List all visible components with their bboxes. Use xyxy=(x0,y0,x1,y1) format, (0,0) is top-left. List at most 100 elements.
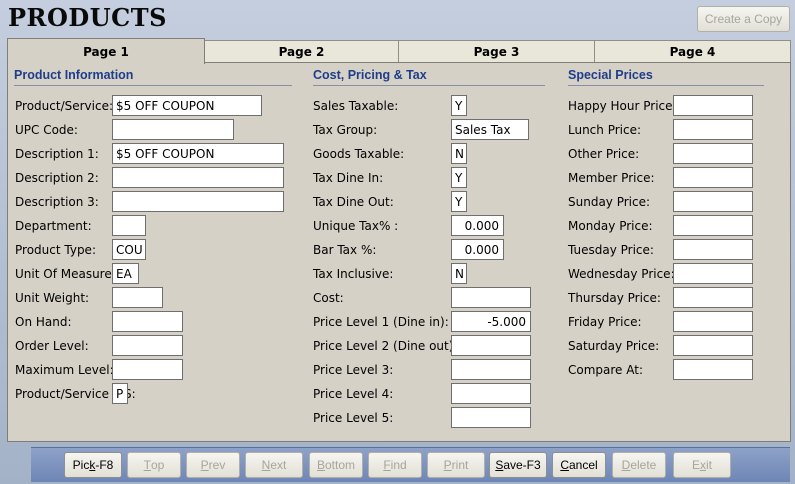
pick-f8-button[interactable]: Pic k -F8 xyxy=(64,452,122,478)
unit-of-measure-label: Unit Of Measure: xyxy=(15,267,116,281)
other-price-field[interactable] xyxy=(673,143,753,164)
upc-code-field[interactable] xyxy=(112,119,234,140)
section-title-cost-pricing-tax: Cost, Pricing & Tax xyxy=(313,68,545,86)
sunday-price-field[interactable] xyxy=(673,191,753,212)
maximum-level-label: Maximum Level: xyxy=(15,363,114,377)
product-type-field[interactable]: COU xyxy=(112,239,146,260)
product-service-field[interactable]: $5 OFF COUPON xyxy=(112,95,262,116)
price-level-2-dine-out-label: Price Level 2 (Dine out): xyxy=(313,339,458,353)
order-level-label: Order Level: xyxy=(15,339,89,353)
save-f3-button[interactable]: Save-F3 xyxy=(489,452,547,478)
lunch-price-field[interactable] xyxy=(673,119,753,140)
thursday-price-field[interactable] xyxy=(673,287,753,308)
tax-dine-in-field[interactable]: Y xyxy=(451,167,467,188)
create-copy-button[interactable]: Create a Copy xyxy=(697,6,790,32)
wednesday-price-label: Wednesday Price: xyxy=(568,267,675,281)
member-price-label: Member Price: xyxy=(568,171,655,185)
cost-label: Cost: xyxy=(313,291,344,305)
product-service-label: Product/Service: xyxy=(15,99,113,113)
top-button[interactable]: Top xyxy=(127,452,181,478)
cost-field[interactable] xyxy=(451,287,531,308)
wednesday-price-field[interactable] xyxy=(673,263,753,284)
happy-hour-price-field[interactable] xyxy=(673,95,753,116)
tax-group-label: Tax Group: xyxy=(313,123,378,137)
maximum-level-field[interactable] xyxy=(112,359,183,380)
price-level-5-label: Price Level 5: xyxy=(313,411,394,425)
tax-dine-in-label: Tax Dine In: xyxy=(313,171,384,185)
description-2-label: Description 2: xyxy=(15,171,99,185)
tax-dine-out-label: Tax Dine Out: xyxy=(313,195,394,209)
description-1-field[interactable]: $5 OFF COUPON xyxy=(112,143,284,164)
unique-tax-field[interactable]: 0.000 xyxy=(451,215,504,236)
product-service-p-s-field[interactable]: P xyxy=(112,383,128,404)
price-level-5-field[interactable] xyxy=(451,407,531,428)
description-3-field[interactable] xyxy=(112,191,284,212)
monday-price-label: Monday Price: xyxy=(568,219,653,233)
sunday-price-label: Sunday Price: xyxy=(568,195,651,209)
compare-at-label: Compare At: xyxy=(568,363,643,377)
tuesday-price-label: Tuesday Price: xyxy=(568,243,654,257)
print-button[interactable]: Print xyxy=(427,452,485,478)
tab-bar: Page 1 Page 2 Page 3 Page 4 xyxy=(7,38,791,64)
page-title: PRODUCTS xyxy=(8,3,167,32)
goods-taxable-label: Goods Taxable: xyxy=(313,147,405,161)
order-level-field[interactable] xyxy=(112,335,183,356)
friday-price-field[interactable] xyxy=(673,311,753,332)
section-title-product-information: Product Information xyxy=(14,68,292,86)
sales-taxable-label: Sales Taxable: xyxy=(313,99,399,113)
upc-code-label: UPC Code: xyxy=(15,123,78,137)
sales-taxable-field[interactable]: Y xyxy=(451,95,467,116)
tab-page-4[interactable]: Page 4 xyxy=(594,40,791,63)
on-hand-label: On Hand: xyxy=(15,315,72,329)
tax-group-field[interactable]: Sales Tax xyxy=(451,119,529,140)
goods-taxable-field[interactable]: N xyxy=(451,143,467,164)
monday-price-field[interactable] xyxy=(673,215,753,236)
tuesday-price-field[interactable] xyxy=(673,239,753,260)
section-title-special-prices: Special Prices xyxy=(568,68,764,86)
tab-page-3[interactable]: Page 3 xyxy=(398,40,595,63)
unit-weight-label: Unit Weight: xyxy=(15,291,90,305)
thursday-price-label: Thursday Price: xyxy=(568,291,661,305)
description-2-field[interactable] xyxy=(112,167,284,188)
form-panel: Product Information Cost, Pricing & Tax … xyxy=(7,62,791,442)
description-3-label: Description 3: xyxy=(15,195,99,209)
unit-weight-field[interactable] xyxy=(112,287,163,308)
prev-button[interactable]: Prev xyxy=(186,452,240,478)
price-level-1-dine-in-label: Price Level 1 (Dine in): xyxy=(313,315,449,329)
bar-tax-field[interactable]: 0.000 xyxy=(451,239,504,260)
description-1-label: Description 1: xyxy=(15,147,99,161)
department-field[interactable] xyxy=(112,215,146,236)
price-level-2-dine-out-field[interactable] xyxy=(451,335,531,356)
bottom-button[interactable]: Bottom xyxy=(309,452,363,478)
lunch-price-label: Lunch Price: xyxy=(568,123,642,137)
saturday-price-field[interactable] xyxy=(673,335,753,356)
price-level-3-label: Price Level 3: xyxy=(313,363,394,377)
price-level-3-field[interactable] xyxy=(451,359,531,380)
tab-page-1[interactable]: Page 1 xyxy=(7,38,205,64)
price-level-4-field[interactable] xyxy=(451,383,531,404)
toolbar: Pic k -F8 Top Prev Next Bottom Find Print Save-F3… xyxy=(31,447,790,482)
products-window: PRODUCTS Create a Copy Page 1 Page 2 Pag… xyxy=(0,0,795,484)
exit-button[interactable]: Ex it xyxy=(673,452,731,478)
other-price-label: Other Price: xyxy=(568,147,640,161)
bar-tax-label: Bar Tax %: xyxy=(313,243,377,257)
on-hand-field[interactable] xyxy=(112,311,183,332)
tax-inclusive-label: Tax Inclusive: xyxy=(313,267,394,281)
find-button[interactable]: Find xyxy=(368,452,422,478)
member-price-field[interactable] xyxy=(673,167,753,188)
product-type-label: Product Type: xyxy=(15,243,96,257)
delete-button[interactable]: Delete xyxy=(612,452,666,478)
price-level-1-dine-in-field[interactable]: -5.000 xyxy=(451,311,531,332)
saturday-price-label: Saturday Price: xyxy=(568,339,660,353)
price-level-4-label: Price Level 4: xyxy=(313,387,394,401)
happy-hour-price-label: Happy Hour Price: xyxy=(568,99,677,113)
compare-at-field[interactable] xyxy=(673,359,753,380)
cancel-button[interactable]: Cancel xyxy=(552,452,606,478)
tax-dine-out-field[interactable]: Y xyxy=(451,191,467,212)
friday-price-label: Friday Price: xyxy=(568,315,642,329)
tab-page-2[interactable]: Page 2 xyxy=(204,40,399,63)
tax-inclusive-field[interactable]: N xyxy=(451,263,467,284)
unit-of-measure-field[interactable]: EA xyxy=(112,263,139,284)
department-label: Department: xyxy=(15,219,92,233)
next-button[interactable]: Next xyxy=(245,452,303,478)
